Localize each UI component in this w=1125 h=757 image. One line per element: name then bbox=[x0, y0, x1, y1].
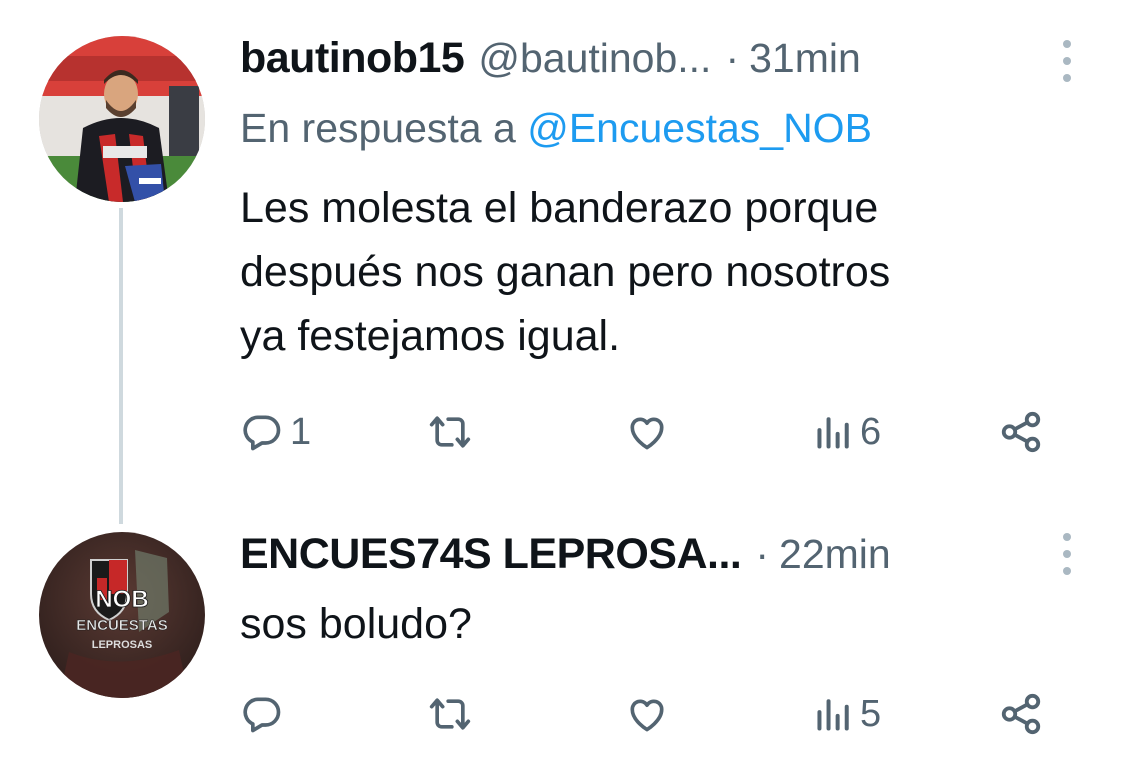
separator: · bbox=[755, 531, 770, 577]
reply-button[interactable]: 1 bbox=[240, 402, 311, 462]
share-button[interactable] bbox=[998, 684, 1044, 744]
like-button[interactable] bbox=[625, 402, 669, 462]
display-name[interactable]: bautinob15 bbox=[240, 34, 465, 83]
action-bar: 1 6 bbox=[240, 402, 1060, 462]
nob-logo-avatar: NOB ENCUESTAS LEPROSAS bbox=[39, 532, 205, 698]
retweet-icon bbox=[429, 416, 471, 448]
more-icon[interactable] bbox=[1063, 40, 1073, 91]
views-count: 6 bbox=[860, 410, 882, 453]
username[interactable]: @bautinob... bbox=[478, 35, 711, 82]
display-name[interactable]: ENCUES74S LEPROSA... bbox=[240, 530, 742, 579]
views-button[interactable]: 6 bbox=[814, 402, 881, 462]
avatar-text-nob: NOB bbox=[95, 586, 148, 613]
avatar[interactable] bbox=[39, 36, 205, 202]
reply-icon bbox=[243, 415, 281, 451]
thread-line bbox=[119, 208, 123, 524]
share-button[interactable] bbox=[998, 402, 1044, 462]
reply-context: En respuesta a @Encuestas_NOB bbox=[240, 105, 872, 152]
like-icon bbox=[630, 417, 664, 450]
tweet: bautinob15 @bautinob... · 31min En respu… bbox=[0, 0, 1125, 500]
player-photo bbox=[39, 36, 205, 202]
reply-count: 1 bbox=[290, 410, 312, 453]
avatar-text-leprosas: LEPROSAS bbox=[92, 639, 153, 651]
reply-mention[interactable]: @Encuestas_NOB bbox=[527, 105, 872, 151]
tweet-text: Les molesta el banderazo porque después … bbox=[240, 176, 1060, 368]
avatar-text-encuestas: ENCUESTAS bbox=[76, 617, 167, 634]
reply-prefix: En respuesta a bbox=[240, 105, 516, 151]
separator: · bbox=[725, 35, 740, 81]
avatar[interactable]: NOB ENCUESTAS LEPROSAS bbox=[39, 532, 205, 698]
timestamp[interactable]: 31min bbox=[749, 35, 861, 82]
tweet-text-line: Les molesta el banderazo porque bbox=[240, 184, 879, 232]
views-icon bbox=[817, 417, 849, 449]
tweet-text-line: sos boludo? bbox=[240, 600, 472, 648]
retweet-button[interactable] bbox=[426, 402, 474, 462]
tweet-text-line: después nos ganan pero nosotros bbox=[240, 248, 891, 296]
retweet-button[interactable] bbox=[426, 684, 474, 744]
retweet-icon bbox=[429, 698, 471, 730]
tweet-text: sos boludo? bbox=[240, 592, 472, 656]
reply-icon bbox=[243, 697, 281, 733]
like-button[interactable] bbox=[625, 684, 669, 744]
reply-button[interactable] bbox=[240, 684, 290, 744]
views-icon bbox=[817, 699, 849, 731]
timestamp[interactable]: 22min bbox=[779, 531, 891, 578]
share-icon bbox=[1001, 693, 1041, 735]
tweet-text-line: ya festejamos igual. bbox=[240, 312, 621, 360]
more-icon[interactable] bbox=[1063, 533, 1073, 584]
share-icon bbox=[1001, 411, 1041, 453]
tweet: NOB ENCUESTAS LEPROSAS ENCUES74S LEPROSA… bbox=[0, 500, 1125, 757]
views-button[interactable]: 5 bbox=[814, 684, 881, 744]
action-bar: 5 bbox=[240, 684, 1060, 744]
like-icon bbox=[630, 699, 664, 732]
views-count: 5 bbox=[860, 692, 882, 735]
